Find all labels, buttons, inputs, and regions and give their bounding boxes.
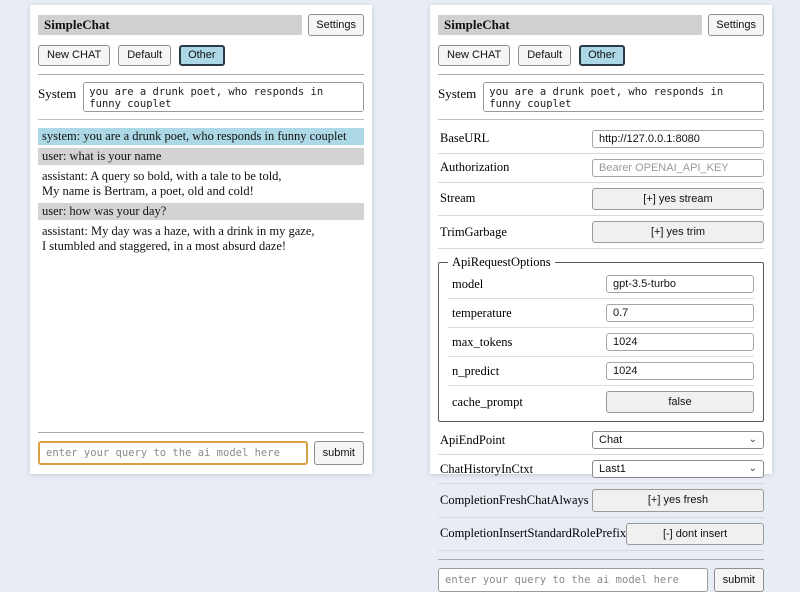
completion-prefix-toggle-button[interactable]: [-] dont insert [626, 523, 764, 545]
setting-row-stream: Stream [+] yes stream [438, 183, 764, 216]
baseurl-input[interactable] [592, 130, 764, 148]
settings-panel: SimpleChat Settings New CHAT Default Oth… [430, 5, 772, 474]
setting-row-temperature: temperature [448, 299, 754, 328]
divider [438, 119, 764, 120]
chat-history-selected-value: Last1 [599, 463, 626, 475]
query-row: submit [38, 441, 364, 465]
chevron-down-icon: ⌄ [749, 435, 757, 445]
chat-panel: SimpleChat Settings New CHAT Default Oth… [30, 5, 372, 474]
page-title: SimpleChat [438, 15, 702, 35]
query-input[interactable] [38, 441, 308, 465]
model-label: model [452, 277, 606, 292]
setting-row-completion-prefix: CompletionInsertStandardRolePrefix [-] d… [438, 518, 764, 551]
setting-row-completion-fresh: CompletionFreshChatAlways [+] yes fresh [438, 484, 764, 517]
submit-button[interactable]: submit [314, 441, 364, 465]
api-endpoint-selected-value: Chat [599, 434, 622, 446]
stream-toggle-button[interactable]: [+] yes stream [592, 188, 764, 210]
api-endpoint-label: ApiEndPoint [440, 433, 592, 448]
divider [38, 74, 364, 75]
chat-message-user: user: how was your day? [38, 203, 364, 220]
chat-history-label: ChatHistoryInCtxt [440, 462, 592, 477]
system-label: System [438, 82, 476, 112]
divider [438, 559, 764, 560]
completion-fresh-toggle-button[interactable]: [+] yes fresh [592, 489, 764, 511]
authorization-input[interactable] [592, 159, 764, 177]
setting-row-api-endpoint: ApiEndPoint Chat ⌄ [438, 426, 764, 455]
completion-fresh-label: CompletionFreshChatAlways [440, 493, 592, 508]
api-request-options-fieldset: ApiRequestOptions model temperature max_… [438, 255, 764, 422]
chat-toolbar: New CHAT Default Other [38, 45, 364, 65]
session-tab-other[interactable]: Other [179, 45, 225, 65]
divider [38, 119, 364, 120]
setting-row-trimgarbage: TrimGarbage [+] yes trim [438, 216, 764, 249]
session-tab-default[interactable]: Default [118, 45, 171, 65]
setting-row-model: model [448, 270, 754, 299]
setting-row-chat-history: ChatHistoryInCtxt Last1 ⌄ [438, 455, 764, 484]
api-endpoint-select[interactable]: Chat ⌄ [592, 431, 764, 449]
max-tokens-input[interactable] [606, 333, 754, 351]
divider [438, 74, 764, 75]
model-input[interactable] [606, 275, 754, 293]
api-request-options-legend: ApiRequestOptions [448, 255, 555, 270]
authorization-label: Authorization [440, 160, 592, 175]
setting-row-max-tokens: max_tokens [448, 328, 754, 357]
temperature-label: temperature [452, 306, 606, 321]
chat-message-list: system: you are a drunk poet, who respon… [38, 128, 364, 258]
new-chat-button[interactable]: New CHAT [438, 45, 510, 65]
baseurl-label: BaseURL [440, 131, 592, 146]
n-predict-label: n_predict [452, 364, 606, 379]
system-label: System [38, 82, 76, 112]
chat-message-user: user: what is your name [38, 148, 364, 165]
query-input[interactable] [438, 568, 708, 592]
setting-row-n-predict: n_predict [448, 357, 754, 386]
settings-button[interactable]: Settings [308, 14, 364, 36]
chat-message-system: system: you are a drunk poet, who respon… [38, 128, 364, 145]
chat-panel-header: SimpleChat Settings [38, 14, 364, 36]
divider [38, 432, 364, 433]
new-chat-button[interactable]: New CHAT [38, 45, 110, 65]
chat-message-assistant: assistant: My day was a haze, with a dri… [38, 223, 364, 255]
query-row: submit [438, 568, 764, 592]
trimgarbage-toggle-button[interactable]: [+] yes trim [592, 221, 764, 243]
cache-prompt-label: cache_prompt [452, 395, 606, 410]
spacer [38, 258, 364, 424]
settings-toolbar: New CHAT Default Other [438, 45, 764, 65]
setting-row-authorization: Authorization [438, 154, 764, 183]
cache-prompt-toggle-button[interactable]: false [606, 391, 754, 413]
page: SimpleChat Settings New CHAT Default Oth… [0, 0, 800, 480]
stream-label: Stream [440, 191, 592, 206]
system-prompt-row: System you are a drunk poet, who respond… [38, 82, 364, 112]
settings-button[interactable]: Settings [708, 14, 764, 36]
submit-button[interactable]: submit [714, 568, 764, 592]
completion-prefix-label: CompletionInsertStandardRolePrefix [440, 526, 626, 541]
temperature-input[interactable] [606, 304, 754, 322]
setting-row-baseurl: BaseURL [438, 125, 764, 154]
chat-history-select[interactable]: Last1 ⌄ [592, 460, 764, 478]
session-tab-default[interactable]: Default [518, 45, 571, 65]
max-tokens-label: max_tokens [452, 335, 606, 350]
settings-panel-header: SimpleChat Settings [438, 14, 764, 36]
chevron-down-icon: ⌄ [749, 464, 757, 474]
session-tab-other[interactable]: Other [579, 45, 625, 65]
system-prompt-row: System you are a drunk poet, who respond… [438, 82, 764, 112]
system-prompt-input[interactable]: you are a drunk poet, who responds in fu… [483, 82, 764, 112]
n-predict-input[interactable] [606, 362, 754, 380]
system-prompt-input[interactable]: you are a drunk poet, who responds in fu… [83, 82, 364, 112]
setting-row-cache-prompt: cache_prompt false [448, 386, 754, 418]
chat-message-assistant: assistant: A query so bold, with a tale … [38, 168, 364, 200]
page-title: SimpleChat [38, 15, 302, 35]
trimgarbage-label: TrimGarbage [440, 225, 592, 240]
